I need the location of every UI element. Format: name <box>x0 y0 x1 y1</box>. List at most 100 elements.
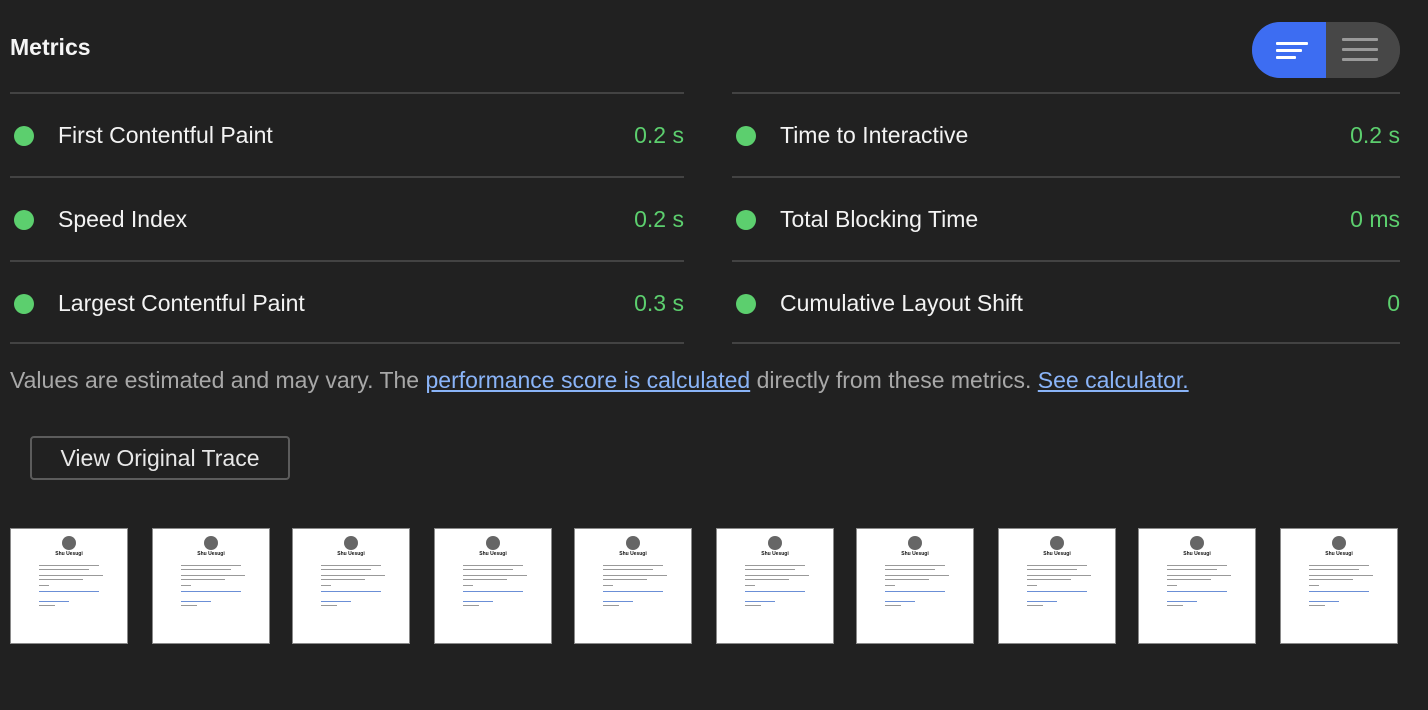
metric-value: 0 <box>1387 290 1400 316</box>
frame-text-line <box>885 575 949 576</box>
frame-text-line <box>463 585 473 586</box>
frame-text-line <box>39 591 99 592</box>
list-view-button[interactable] <box>1326 22 1400 78</box>
metric-row: Largest Contentful Paint 0.3 s <box>10 260 684 344</box>
frame-text-line <box>1027 591 1087 592</box>
frame-text-line <box>321 585 331 586</box>
metrics-disclaimer: Values are estimated and may vary. The p… <box>10 367 1189 394</box>
metric-row: Total Blocking Time 0 ms <box>732 176 1400 260</box>
frame-text-line <box>885 579 929 580</box>
frame-text-line <box>745 575 809 576</box>
frame-text-line <box>1309 585 1319 586</box>
avatar <box>62 536 76 550</box>
filmstrip-frame: Shu Uesugi <box>574 528 692 644</box>
frame-name: Shu Uesugi <box>479 551 507 557</box>
performance-score-link[interactable]: performance score is calculated <box>425 367 750 393</box>
frame-text-line <box>39 575 103 576</box>
avatar <box>626 536 640 550</box>
frame-text-line <box>1027 605 1043 606</box>
view-toggle[interactable] <box>1252 22 1400 78</box>
frame-text-line <box>1167 591 1227 592</box>
frame-text-line <box>603 585 613 586</box>
metric-row: First Contentful Paint 0.2 s <box>10 92 684 176</box>
frame-name: Shu Uesugi <box>55 551 83 557</box>
metric-label: Speed Index <box>58 206 188 232</box>
filmstrip-frame: Shu Uesugi <box>1280 528 1398 644</box>
frame-text-line <box>39 601 69 602</box>
frame-text-line <box>181 569 231 570</box>
frame-text-line <box>39 569 89 570</box>
frame-name: Shu Uesugi <box>1043 551 1071 557</box>
frame-text-line <box>1309 579 1353 580</box>
frame-text-line <box>885 565 945 566</box>
frame-text-line <box>885 601 915 602</box>
frame-name: Shu Uesugi <box>337 551 365 557</box>
frame-text-line <box>885 591 945 592</box>
avatar <box>1332 536 1346 550</box>
frame-text-line <box>181 575 245 576</box>
metric-label: First Contentful Paint <box>58 122 273 148</box>
frame-name: Shu Uesugi <box>197 551 225 557</box>
frame-text-line <box>1167 605 1183 606</box>
frame-text-line <box>745 605 761 606</box>
pass-status-icon <box>736 210 756 230</box>
metric-label: Total Blocking Time <box>780 206 979 232</box>
filmstrip-frame: Shu Uesugi <box>856 528 974 644</box>
frame-text-line <box>321 569 371 570</box>
frame-name: Shu Uesugi <box>1325 551 1353 557</box>
frame-text-line <box>1309 605 1325 606</box>
frame-name: Shu Uesugi <box>901 551 929 557</box>
frame-text-line <box>321 579 365 580</box>
frame-text-line <box>885 585 895 586</box>
frame-text-line <box>463 565 523 566</box>
frame-text-line <box>39 579 83 580</box>
filmstrip-frame: Shu Uesugi <box>292 528 410 644</box>
metrics-title: Metrics <box>10 34 91 60</box>
frame-text-line <box>603 601 633 602</box>
filmstrip: Shu Uesugi Shu Uesugi Shu Uesugi Shu Uesugi… <box>10 528 1400 646</box>
frame-text-line <box>181 585 191 586</box>
frame-text-line <box>463 569 513 570</box>
avatar <box>344 536 358 550</box>
metric-label: Cumulative Layout Shift <box>780 290 1023 316</box>
metric-value: 0.2 s <box>634 122 684 148</box>
frame-text-line <box>1309 569 1359 570</box>
frame-text-line <box>745 565 805 566</box>
frame-text-line <box>181 601 211 602</box>
frame-text-line <box>463 605 479 606</box>
frame-text-line <box>1027 565 1087 566</box>
disclaimer-middle: directly from these metrics. <box>750 367 1038 393</box>
frame-name: Shu Uesugi <box>1183 551 1211 557</box>
frame-text-line <box>745 579 789 580</box>
frame-text-line <box>1027 569 1077 570</box>
frame-text-line <box>1309 601 1339 602</box>
metrics-column-left: First Contentful Paint 0.2 s Speed Index… <box>10 92 684 344</box>
frame-text-line <box>603 579 647 580</box>
bar-chart-view-button[interactable] <box>1252 22 1326 78</box>
metric-value: 0.2 s <box>1350 122 1400 148</box>
avatar <box>204 536 218 550</box>
frame-text-line <box>321 565 381 566</box>
frame-text-line <box>181 565 241 566</box>
frame-text-line <box>463 591 523 592</box>
avatar <box>1050 536 1064 550</box>
frame-name: Shu Uesugi <box>761 551 789 557</box>
frame-text-line <box>181 579 225 580</box>
pass-status-icon <box>14 294 34 314</box>
frame-text-line <box>1167 565 1227 566</box>
frame-text-line <box>39 585 49 586</box>
frame-text-line <box>603 591 663 592</box>
frame-text-line <box>39 565 99 566</box>
frame-text-line <box>1167 575 1231 576</box>
filmstrip-frame: Shu Uesugi <box>10 528 128 644</box>
avatar <box>1190 536 1204 550</box>
frame-text-line <box>181 605 197 606</box>
frame-text-line <box>1027 575 1091 576</box>
see-calculator-link[interactable]: See calculator. <box>1038 367 1189 393</box>
avatar <box>908 536 922 550</box>
frame-name: Shu Uesugi <box>619 551 647 557</box>
view-original-trace-button[interactable]: View Original Trace <box>30 436 290 480</box>
pass-status-icon <box>14 126 34 146</box>
metric-value: 0 ms <box>1350 206 1400 232</box>
frame-text-line <box>321 591 381 592</box>
